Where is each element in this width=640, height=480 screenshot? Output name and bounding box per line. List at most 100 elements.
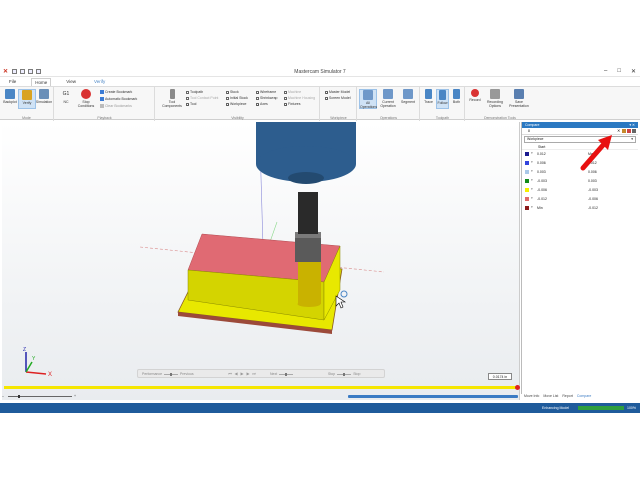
machine-checkbox[interactable]: Machine — [284, 90, 301, 94]
fixtures-checkbox[interactable]: ✓ Fixtures — [284, 102, 300, 106]
g1-button[interactable]: G1 NC — [57, 89, 75, 104]
zoom-slider[interactable] — [8, 395, 72, 398]
tab-move-info[interactable]: Move Info — [524, 394, 539, 398]
compare-row[interactable]: ▾ 0.003 0.006 — [522, 168, 638, 177]
performance-label: Performance — [142, 372, 163, 376]
current-operation-button[interactable]: Current Operation — [379, 89, 397, 108]
clear-bookmark-icon — [100, 104, 104, 108]
recording-options-button[interactable]: Recording Options — [484, 89, 506, 108]
chevron-down-icon[interactable]: ▾ — [531, 169, 533, 173]
compare-row[interactable]: ▾ -0.012 -0.006 — [522, 195, 638, 204]
color-swatch[interactable] — [525, 206, 529, 210]
compare-row[interactable]: ▾ 0.006 0.012 — [522, 159, 638, 168]
move-scrollbar[interactable] — [348, 395, 518, 398]
all-operations-button[interactable]: All Operations — [359, 89, 377, 109]
stop-slider[interactable] — [337, 372, 352, 376]
range-end: Max — [588, 152, 595, 156]
color-swatch[interactable] — [525, 161, 529, 165]
compare-count[interactable]: 8 — [528, 129, 530, 133]
end-icon[interactable]: ⏭ — [252, 372, 256, 376]
color-swatch[interactable] — [525, 179, 529, 183]
master-model-checkbox[interactable]: ✓ Master Model — [325, 90, 350, 94]
simulation-button[interactable]: Simulation — [35, 89, 53, 104]
rewind-icon[interactable]: ⏮ — [228, 372, 232, 376]
create-bookmark-button[interactable]: Create Bookmark — [100, 90, 132, 94]
compare-row[interactable]: ▾ 0.012 Max — [522, 150, 638, 159]
chevron-down-icon[interactable]: ▾ — [531, 196, 533, 200]
verify-button[interactable]: Verify — [18, 89, 36, 109]
tab-view[interactable]: View — [63, 78, 79, 86]
tab-file[interactable]: File — [6, 78, 19, 86]
next-slider[interactable] — [279, 372, 294, 376]
tool-components-button[interactable]: Tool Components — [160, 89, 184, 108]
tool-checkbox[interactable]: ✓ Tool — [186, 102, 196, 106]
graphics-viewport[interactable]: X Y Z — [2, 122, 520, 400]
color-swatch[interactable] — [525, 170, 529, 174]
compare-row[interactable]: ▾ Min -0.012 — [522, 204, 638, 213]
both-button[interactable]: Both — [450, 89, 463, 104]
tool-contact-point-checkbox[interactable]: Tool Contact Point — [186, 96, 218, 100]
screen-model-checkbox[interactable]: ✓ Screen Model — [325, 96, 351, 100]
backplot-button[interactable]: Backplot — [1, 89, 19, 104]
chevron-down-icon[interactable]: ▾ — [531, 160, 533, 164]
close-compare-icon[interactable]: ✕ — [617, 129, 621, 133]
status-label: Enhancing Model — [542, 406, 570, 410]
machine-housing-checkbox[interactable]: Machine Housing — [284, 96, 315, 100]
color-swatch-icon[interactable] — [622, 129, 626, 133]
range-end: -0.012 — [588, 206, 598, 210]
step-back-icon[interactable]: ◀ — [234, 372, 238, 376]
color-swatch[interactable] — [525, 188, 529, 192]
automatic-bookmark-button[interactable]: Automatic Bookmark — [100, 97, 137, 101]
tab-move-list[interactable]: Move List — [543, 394, 558, 398]
chevron-down-icon[interactable]: ▾ — [531, 205, 533, 209]
follow-button[interactable]: Follow — [436, 89, 449, 109]
chevron-down-icon[interactable]: ▾ — [531, 178, 533, 182]
color-swatch[interactable] — [525, 197, 529, 201]
mastercam-simulator-window: ✕ Mastercam Simulator 7 – □ ✕ File Home … — [0, 67, 640, 413]
chevron-down-icon[interactable]: ▾ — [531, 187, 533, 191]
close-button[interactable]: ✕ — [631, 68, 636, 75]
wireframe-checkbox[interactable]: ✓ Wireframe — [256, 90, 276, 94]
compare-target-select[interactable]: Workpiece ▾ — [524, 136, 636, 143]
save-presentation-button[interactable]: Save Presentation — [507, 89, 531, 108]
record-icon — [471, 89, 479, 97]
tab-report[interactable]: Report — [562, 394, 573, 398]
clear-bookmarks-button[interactable]: Clear Bookmarks — [100, 104, 132, 108]
chevron-down-icon[interactable]: ▾ — [531, 151, 533, 155]
distance-readout[interactable]: 0.0174 in — [488, 373, 512, 380]
initial-stock-checkbox[interactable]: Initial Stock — [226, 96, 248, 100]
play-icon[interactable]: ▶ — [240, 372, 244, 376]
maximize-button[interactable]: □ — [617, 68, 621, 75]
range-end: 0.012 — [588, 161, 597, 165]
simulation-progress-bar[interactable] — [4, 386, 518, 389]
toolpath-checkbox[interactable]: Toolpath — [186, 90, 203, 94]
slider-minus-icon[interactable]: – — [2, 394, 4, 398]
trace-button[interactable]: Trace — [422, 89, 435, 104]
color-swatch[interactable] — [525, 152, 529, 156]
segment-button[interactable]: Segment — [399, 89, 417, 104]
record-button[interactable]: Record — [467, 89, 483, 102]
tab-verify[interactable]: Verify — [91, 78, 108, 86]
previous-label: Previous — [180, 372, 194, 376]
step-forward-icon[interactable]: ▶ — [246, 372, 250, 376]
shrinkwrap-checkbox[interactable]: Shrinkwrap — [256, 96, 278, 100]
axes-checkbox[interactable]: ✓ Axes — [256, 102, 268, 106]
tab-compare[interactable]: Compare — [577, 394, 591, 398]
performance-slider[interactable] — [164, 372, 179, 376]
compare-title: Compare — [525, 123, 540, 127]
compare-settings-icon[interactable] — [632, 129, 636, 133]
stock-checkbox[interactable]: ✓ Stock — [226, 90, 239, 94]
stop-conditions-button[interactable]: Stop Conditions — [77, 89, 95, 108]
compare-row[interactable]: ▾ -0.006 -0.003 — [522, 186, 638, 195]
minimize-button[interactable]: – — [604, 68, 607, 75]
window-title: Mastercam Simulator 7 — [294, 69, 346, 75]
compare-row[interactable]: ▾ -0.003 0.003 — [522, 177, 638, 186]
workpiece-checkbox[interactable]: ✓ Workpiece — [226, 102, 246, 106]
progress-end-marker[interactable] — [515, 385, 520, 390]
compare-run-icon[interactable] — [627, 129, 631, 133]
tool-extension — [298, 192, 318, 234]
current-operation-icon — [383, 89, 393, 99]
compare-toolbar: 8 ✕ — [522, 128, 638, 135]
tab-home[interactable]: Home — [31, 78, 52, 86]
slider-plus-icon[interactable]: + — [74, 394, 76, 398]
